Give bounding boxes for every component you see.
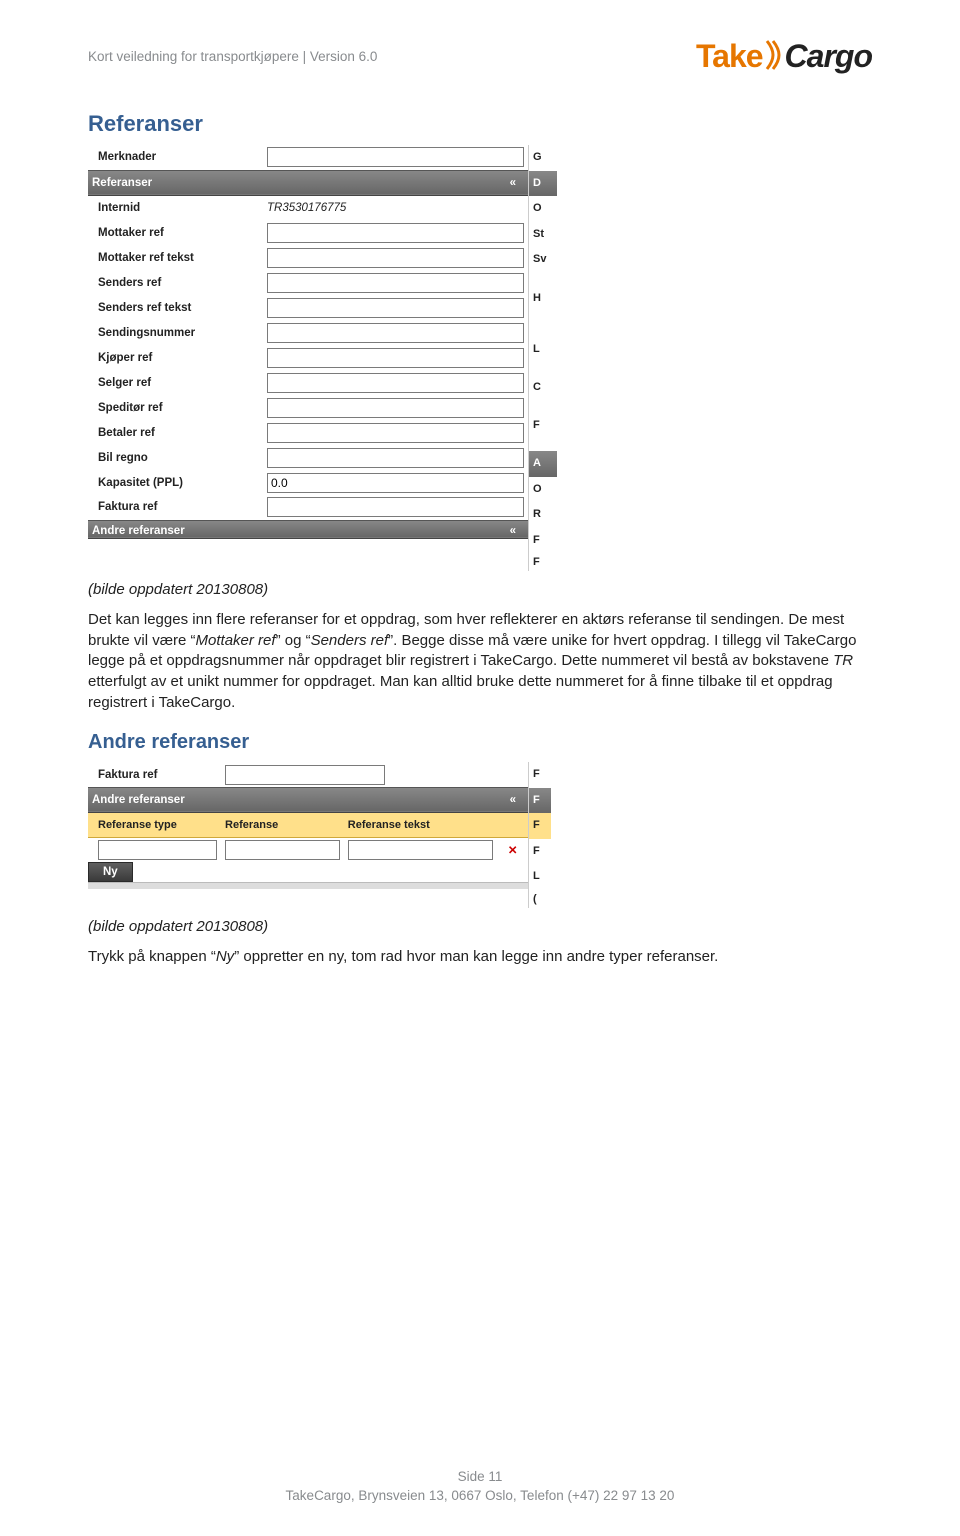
label-mottaker-ref-tekst: Mottaker ref tekst	[88, 245, 263, 270]
input-ref-value[interactable]	[225, 840, 340, 860]
logo-cargo: Cargo	[785, 38, 872, 75]
stub-cell: (	[529, 890, 551, 908]
stub-cell: F	[529, 839, 551, 865]
section-header-label: Referanser	[92, 177, 152, 189]
input-ref-text[interactable]	[348, 840, 493, 860]
stub-cell: F	[529, 813, 551, 839]
section-header-label: Andre referanser	[92, 794, 185, 806]
footer-page-number: Side 11	[0, 1468, 960, 1487]
label-mottaker-ref: Mottaker ref	[88, 220, 263, 245]
collapse-icon[interactable]: «	[510, 794, 524, 806]
section-title-andre-referanser: Andre referanser	[88, 731, 872, 754]
col-header-referanse: Referanse	[221, 812, 344, 837]
col-header-type: Referanse type	[88, 812, 221, 837]
section-header-andre-referanser[interactable]: Andre referanser «	[88, 787, 528, 812]
stub-cell: G	[529, 145, 557, 171]
input-mottaker-ref-tekst[interactable]	[267, 248, 524, 268]
section-header-andre-referanser-collapsed[interactable]: Andre referanser «	[88, 520, 528, 538]
section-title-referanser: Referanser	[88, 111, 872, 137]
right-column-stub: G D O St Sv H L C F A O R F F	[528, 145, 557, 571]
logo: Take Cargo	[696, 38, 872, 75]
label-selger-ref: Selger ref	[88, 370, 263, 395]
col-header-tekst: Referanse tekst	[344, 812, 497, 837]
input-speditor-ref[interactable]	[267, 398, 524, 418]
input-merknader[interactable]	[267, 147, 524, 167]
collapse-icon[interactable]: «	[510, 177, 524, 189]
input-faktura-ref[interactable]	[267, 497, 524, 517]
label-betaler-ref: Betaler ref	[88, 420, 263, 445]
section-header-referanser[interactable]: Referanser «	[88, 170, 528, 195]
screenshot-andre-referanser: Faktura ref Andre referanser « Referanse…	[88, 762, 872, 908]
right-column-stub-2: F F F F L (	[528, 762, 551, 908]
label-bil-regno: Bil regno	[88, 445, 263, 470]
input-faktura-ref-2[interactable]	[225, 765, 385, 785]
stub-cell: O	[529, 477, 557, 503]
label-merknader: Merknader	[88, 145, 263, 170]
input-bil-regno[interactable]	[267, 448, 524, 468]
page-footer: Side 11 TakeCargo, Brynsveien 13, 0667 O…	[0, 1468, 960, 1506]
footer-address: TakeCargo, Brynsveien 13, 0667 Oslo, Tel…	[0, 1487, 960, 1506]
input-kjoper-ref[interactable]	[267, 348, 524, 368]
input-senders-ref-tekst[interactable]	[267, 298, 524, 318]
label-internid: Internid	[88, 195, 263, 220]
label-faktura-ref: Faktura ref	[88, 495, 263, 520]
stub-cell: Sv	[529, 247, 557, 273]
logo-take: Take	[696, 38, 763, 75]
stub-cell: F	[529, 762, 551, 788]
label-kjoper-ref: Kjøper ref	[88, 345, 263, 370]
input-senders-ref[interactable]	[267, 273, 524, 293]
stub-cell: O	[529, 196, 557, 222]
stub-cell: L	[529, 864, 551, 890]
label-speditor-ref: Speditør ref	[88, 395, 263, 420]
label-senders-ref-tekst: Senders ref tekst	[88, 295, 263, 320]
label-faktura-ref-2: Faktura ref	[88, 762, 221, 787]
input-betaler-ref[interactable]	[267, 423, 524, 443]
label-kapasitet-ppl: Kapasitet (PPL)	[88, 470, 263, 495]
stub-cell: H	[529, 273, 557, 324]
caption-referanser: (bilde oppdatert 20130808)	[88, 581, 872, 598]
input-mottaker-ref[interactable]	[267, 223, 524, 243]
input-kapasitet-ppl[interactable]	[267, 473, 524, 493]
value-internid: TR3530176775	[263, 195, 528, 220]
doc-header-text: Kort veiledning for transportkjøpere | V…	[88, 49, 377, 64]
stub-cell: F	[529, 788, 551, 814]
collapse-icon[interactable]: «	[510, 525, 524, 537]
screenshot-referanser: Merknader Referanser « Internid TR353017…	[88, 145, 872, 571]
stub-cell: A	[529, 451, 557, 477]
ny-button[interactable]: Ny	[88, 862, 133, 882]
stub-cell: F	[529, 528, 557, 554]
stub-cell: L	[529, 324, 557, 375]
input-ref-type[interactable]	[98, 840, 217, 860]
logo-swish-icon	[765, 39, 783, 74]
stub-cell: F	[529, 553, 557, 571]
label-sendingsnummer: Sendingsnummer	[88, 320, 263, 345]
stub-cell: R	[529, 502, 557, 528]
input-sendingsnummer[interactable]	[267, 323, 524, 343]
delete-row-icon[interactable]: ✕	[497, 837, 528, 862]
stub-cell: St	[529, 222, 557, 248]
body-text-referanser: Det kan legges inn flere referanser for …	[88, 610, 872, 713]
body-text-andre-referanser: Trykk på knappen “Ny” oppretter en ny, t…	[88, 947, 872, 968]
label-senders-ref: Senders ref	[88, 270, 263, 295]
stub-cell: C	[529, 375, 557, 401]
stub-cell: D	[529, 171, 557, 197]
stub-cell: F	[529, 400, 557, 451]
input-selger-ref[interactable]	[267, 373, 524, 393]
section-header-andre-label: Andre referanser	[92, 525, 185, 537]
caption-andre-referanser: (bilde oppdatert 20130808)	[88, 918, 872, 935]
